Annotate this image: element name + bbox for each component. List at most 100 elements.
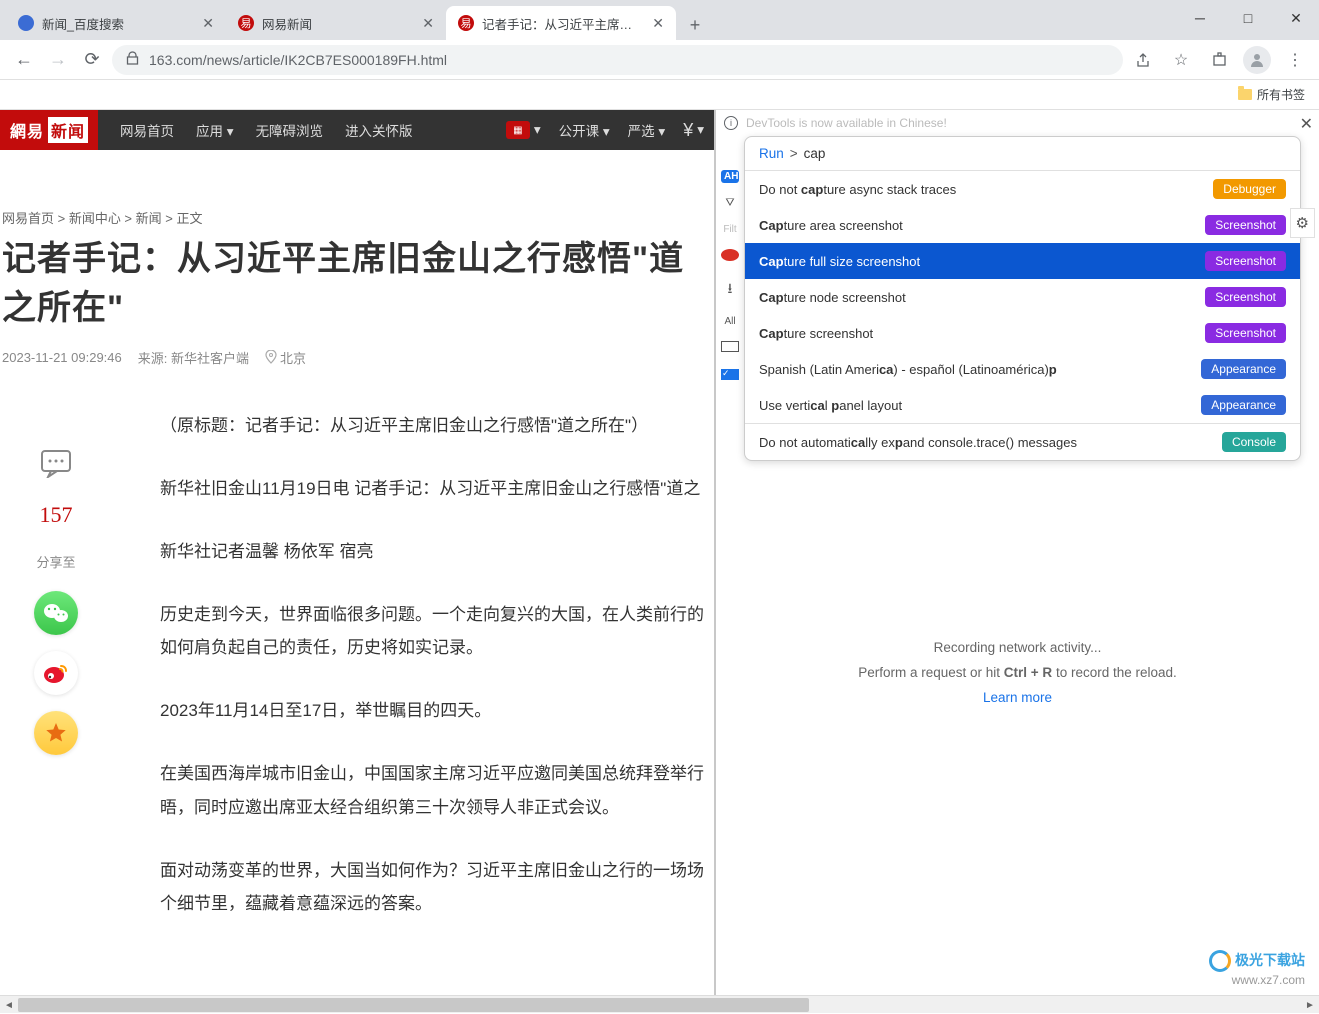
command-menu-item[interactable]: Capture full size screenshotScreenshot: [745, 243, 1300, 279]
tab-title: 新闻_百度搜索: [42, 14, 194, 33]
filter-label: Filt: [721, 224, 739, 235]
share-sidebar: 157 分享至: [34, 442, 78, 755]
watermark: 极光下载站 www.xz7.com: [1209, 950, 1305, 989]
all-bookmarks-button[interactable]: 所有书签: [1238, 86, 1305, 103]
netease-nav-item[interactable]: 网易首页: [120, 120, 174, 140]
devtools-panel: ✕ ⚙ i DevTools is now available in Chine…: [714, 110, 1319, 1013]
scroll-left-arrow[interactable]: ◄: [0, 996, 18, 1014]
article-source: 来源: 新华社客户端: [138, 348, 249, 367]
breadcrumb[interactable]: 网易首页 > 新闻中心 > 新闻 > 正文: [0, 200, 714, 235]
command-category-badge: Screenshot: [1205, 323, 1286, 343]
article-paragraph: 新华社记者温馨 杨依军 宿亮: [160, 535, 714, 568]
command-input[interactable]: Run >cap: [745, 137, 1300, 170]
article-title: 记者手记：从习近平主席旧金山之行感悟"道之所在": [2, 235, 714, 334]
download-icon[interactable]: ⭳: [721, 278, 739, 302]
article-paragraph: 2023年11月14日至17日，举世瞩目的四天。: [160, 694, 714, 727]
command-category-badge: Debugger: [1213, 179, 1286, 199]
devtools-toolbar-strip: AH ⛛ Filt ⭳ All: [716, 164, 744, 383]
command-category-badge: Screenshot: [1205, 287, 1286, 307]
article-paragraph: 面对动荡变革的世界，大国当如何作为？习近平主席旧金山之行的一场场个细节里，蕴藏着…: [160, 854, 714, 920]
command-menu-item[interactable]: Do not automatically expand console.trac…: [745, 424, 1300, 460]
window-maximize-button[interactable]: □: [1233, 8, 1263, 28]
forward-button[interactable]: →: [44, 46, 72, 74]
article-paragraph: 新华社旧金山11月19日电 记者手记：从习近平主席旧金山之行感悟"道之: [160, 472, 714, 505]
tab-strip: 新闻_百度搜索 ✕易 网易新闻 ✕易 记者手记：从习近平主席旧金山 ✕ +: [0, 0, 1319, 40]
filter-icon[interactable]: ⛛: [721, 197, 739, 210]
browser-tab[interactable]: 易 记者手记：从习近平主席旧金山 ✕: [446, 6, 676, 40]
comment-icon[interactable]: [34, 442, 78, 486]
netease-nav-item[interactable]: 进入关怀版: [345, 120, 413, 140]
weibo-share-button[interactable]: [34, 651, 78, 695]
tab-favicon: [18, 15, 34, 31]
share-label: 分享至: [36, 552, 75, 571]
command-category-badge: Screenshot: [1205, 251, 1286, 271]
browser-tab[interactable]: 新闻_百度搜索 ✕: [6, 6, 226, 40]
devtools-close-button[interactable]: ✕: [1300, 114, 1313, 134]
bookmark-star-icon[interactable]: ☆: [1167, 46, 1195, 74]
command-category-badge: Console: [1222, 432, 1286, 452]
article-subtitle: （原标题：记者手记：从习近平主席旧金山之行感悟"道之所在"）: [160, 409, 714, 442]
command-menu-item[interactable]: Capture node screenshotScreenshot: [745, 279, 1300, 315]
window-close-button[interactable]: ✕: [1281, 8, 1311, 28]
command-menu-item[interactable]: Capture area screenshotScreenshot: [745, 207, 1300, 243]
wechat-share-button[interactable]: [34, 591, 78, 635]
netease-header: 網易 新闻 网易首页 应用 ▾ 无障碍浏览 进入关怀版 ▦▾ 公开课 ▾ 严选 ▾ ¥…: [0, 110, 714, 150]
article-meta: 2023-11-21 09:29:46 来源: 新华社客户端 北京: [2, 348, 714, 367]
browser-tab[interactable]: 易 网易新闻 ✕: [226, 6, 446, 40]
command-menu-item[interactable]: Use vertical panel layoutAppearance: [745, 387, 1300, 423]
learn-more-link[interactable]: Learn more: [983, 690, 1052, 705]
article-location: 北京: [265, 348, 306, 367]
preserve-checkbox[interactable]: [721, 341, 739, 355]
command-menu-item[interactable]: Capture screenshotScreenshot: [745, 315, 1300, 351]
location-icon: [265, 350, 277, 364]
article-paragraph: 在美国西海岸城市旧金山，中国国家主席习近平应邀同美国总统拜登举行晤，同时应邀出席…: [160, 757, 714, 823]
tab-close-button[interactable]: ✕: [202, 15, 214, 32]
devtools-settings-icon[interactable]: ⚙: [1290, 208, 1315, 238]
tab-close-button[interactable]: ✕: [652, 15, 664, 32]
devtools-info-text: DevTools is now available in Chinese!: [746, 116, 947, 130]
tab-favicon: 易: [238, 15, 254, 31]
comment-count[interactable]: 157: [40, 502, 73, 528]
profile-avatar-icon[interactable]: [1243, 46, 1271, 74]
folder-icon: [1238, 89, 1252, 100]
command-category-badge: Screenshot: [1205, 215, 1286, 235]
netease-nav-item[interactable]: 应用 ▾: [196, 120, 234, 140]
address-bar[interactable]: 163.com/news/article/IK2CB7ES000189FH.ht…: [112, 45, 1123, 75]
url-text: 163.com/news/article/IK2CB7ES000189FH.ht…: [149, 52, 447, 68]
tab-favicon: 易: [458, 15, 474, 31]
scroll-right-arrow[interactable]: ►: [1301, 996, 1319, 1014]
network-empty-state: Recording network activity... Perform a …: [716, 640, 1319, 705]
extensions-icon[interactable]: [1205, 46, 1233, 74]
window-minimize-button[interactable]: ─: [1185, 8, 1215, 28]
favorite-star-button[interactable]: [34, 711, 78, 755]
record-button[interactable]: [721, 249, 739, 264]
watermark-logo-icon: [1209, 950, 1231, 972]
share-icon[interactable]: [1129, 46, 1157, 74]
article-date: 2023-11-21 09:29:46: [2, 350, 122, 365]
chrome-menu-icon[interactable]: ⋮: [1281, 46, 1309, 74]
netease-pay[interactable]: ¥▾: [683, 120, 704, 141]
back-button[interactable]: ←: [10, 46, 38, 74]
page-content: 網易 新闻 网易首页 应用 ▾ 无障碍浏览 进入关怀版 ▦▾ 公开课 ▾ 严选 ▾ ¥…: [0, 110, 714, 1013]
toolbar: ← → ⟳ 163.com/news/article/IK2CB7ES00018…: [0, 40, 1319, 80]
command-category-badge: Appearance: [1201, 395, 1286, 415]
all-label[interactable]: All: [721, 316, 739, 327]
tab-title: 记者手记：从习近平主席旧金山: [482, 14, 644, 33]
lock-icon: [126, 51, 139, 68]
netease-app-icon[interactable]: ▦▾: [506, 121, 541, 139]
ah-badge: AH: [721, 170, 739, 183]
netease-yanxuan[interactable]: 严选 ▾: [628, 120, 666, 140]
reload-button[interactable]: ⟳: [78, 46, 106, 74]
netease-nav-item[interactable]: 无障碍浏览: [256, 120, 324, 140]
disable-cache-checkbox[interactable]: [721, 369, 739, 383]
scrollbar-thumb[interactable]: [18, 998, 809, 1012]
tab-close-button[interactable]: ✕: [422, 15, 434, 32]
command-menu-item[interactable]: Do not capture async stack tracesDebugge…: [745, 171, 1300, 207]
command-menu: Run >cap Do not capture async stack trac…: [744, 136, 1301, 461]
horizontal-scrollbar[interactable]: ◄ ►: [0, 995, 1319, 1013]
new-tab-button[interactable]: +: [680, 10, 710, 40]
command-menu-item[interactable]: Spanish (Latin America) - español (Latin…: [745, 351, 1300, 387]
netease-openclass[interactable]: 公开课 ▾: [559, 120, 610, 140]
bookmarks-bar: 所有书签: [0, 80, 1319, 110]
netease-logo[interactable]: 網易 新闻: [0, 110, 98, 150]
